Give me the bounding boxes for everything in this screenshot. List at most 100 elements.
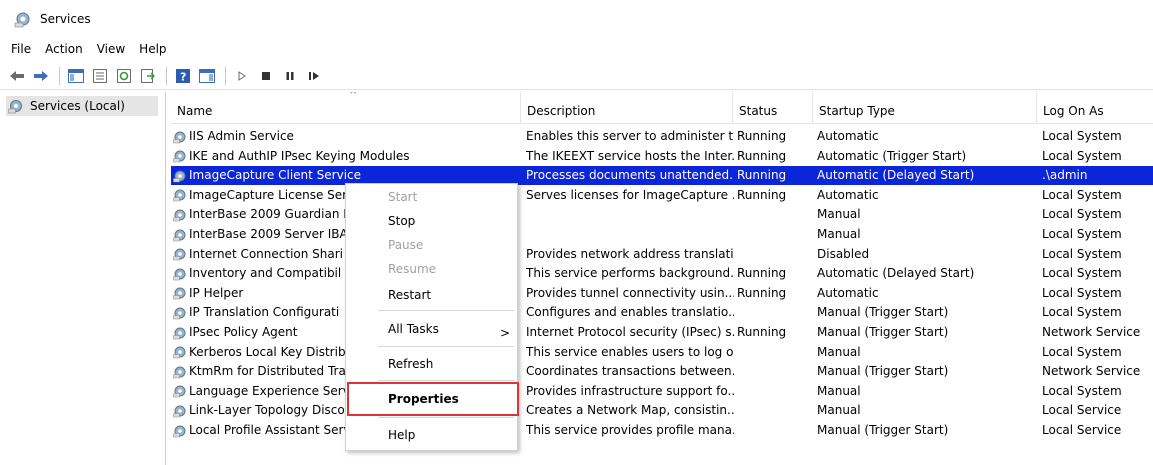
menu-item-all-tasks[interactable]: All Tasks xyxy=(388,320,439,338)
service-row[interactable]: ImageCapture License Ser Serves licenses … xyxy=(171,186,1153,205)
service-status: Running xyxy=(737,325,787,339)
service-startup-type: Manual xyxy=(817,383,861,398)
service-status: Running xyxy=(737,266,787,281)
column-header-description[interactable]: Description xyxy=(521,92,733,124)
service-row[interactable]: Internet Connection Shari Provides networ… xyxy=(171,245,1153,264)
service-log-on-as: Local System xyxy=(1042,344,1122,359)
service-row[interactable]: Local Profile Assistant Service This serv… xyxy=(171,421,1153,440)
tree-item-services-local[interactable]: Services (Local) xyxy=(6,96,158,116)
service-log-on-as: Network Service xyxy=(1042,364,1141,379)
service-status xyxy=(737,343,817,362)
forward-button[interactable] xyxy=(30,65,52,87)
menu-item-start[interactable]: Start xyxy=(388,188,417,206)
show-action-pane-button[interactable] xyxy=(196,65,218,87)
service-gear-icon xyxy=(173,287,186,300)
properties-highlight-box xyxy=(347,382,519,416)
service-startup-type: Manual xyxy=(817,207,861,222)
svg-text:?: ? xyxy=(180,70,186,83)
service-description: Provides infrastructure support fo... xyxy=(526,383,734,398)
menu-item-refresh[interactable]: Refresh xyxy=(388,355,433,373)
start-service-button[interactable] xyxy=(231,65,253,87)
service-row[interactable]: Inventory and Compatibil This service per… xyxy=(171,264,1153,283)
help-toolbar-button[interactable]: ? xyxy=(172,65,194,87)
menu-item-pause[interactable]: Pause xyxy=(388,236,423,254)
service-log-on-as: Local Service xyxy=(1042,423,1122,437)
service-description: This service performs background... xyxy=(526,266,734,281)
service-gear-icon xyxy=(173,268,186,280)
service-row[interactable]: ImageCapture Client Service Processes doc… xyxy=(171,166,1153,186)
column-header-name[interactable]: Name ^ xyxy=(171,92,521,124)
menu-item-refresh-label: Refresh xyxy=(388,357,434,371)
stop-service-button[interactable] xyxy=(255,65,277,87)
service-startup-type: Manual xyxy=(817,227,861,241)
menu-separator xyxy=(378,310,514,311)
menu-item-restart[interactable]: Restart xyxy=(388,286,431,304)
service-description: Coordinates transactions between... xyxy=(526,364,734,379)
service-startup-type: Automatic xyxy=(817,129,879,143)
service-status: Running xyxy=(737,148,787,163)
service-name: IIS Admin Service xyxy=(189,129,294,143)
service-row[interactable]: Language Experience Serv Provides infrast… xyxy=(171,382,1153,401)
show-hide-console-tree-button[interactable] xyxy=(65,65,87,87)
column-header-description-label: Description xyxy=(527,104,596,118)
service-gear-icon xyxy=(173,229,186,241)
menu-item-resume[interactable]: Resume xyxy=(388,260,436,278)
service-gear-icon xyxy=(173,425,186,437)
back-arrow-icon xyxy=(10,70,24,81)
service-row[interactable]: Kerberos Local Key Distrib This service e… xyxy=(171,343,1153,362)
service-startup-type: Disabled xyxy=(817,246,870,261)
pause-service-button[interactable] xyxy=(279,65,301,87)
service-gear-icon xyxy=(173,209,186,222)
submenu-arrow-icon: > xyxy=(500,326,511,340)
restart-service-button[interactable] xyxy=(303,65,325,87)
service-name: Link-Layer Topology Disco xyxy=(189,403,345,418)
service-gear-icon xyxy=(173,327,186,339)
service-row[interactable]: IP Translation Configurati Configures and… xyxy=(171,303,1153,322)
menu-item-help-label: Help xyxy=(388,428,416,442)
refresh-toolbar-button[interactable] xyxy=(113,65,135,87)
service-name: KtmRm for Distributed Tra xyxy=(189,364,346,379)
menu-item-restart-label: Restart xyxy=(388,288,432,302)
service-row[interactable]: IPsec Policy Agent Internet Protocol secu… xyxy=(171,323,1153,342)
service-row[interactable]: IKE and AuthIP IPsec Keying Modules The I… xyxy=(171,147,1153,166)
menu-help[interactable]: Help xyxy=(132,42,173,56)
service-name: InterBase 2009 Guardian IE xyxy=(189,207,355,222)
service-description: Serves licenses for ImageCapture ... xyxy=(526,187,734,202)
menu-view[interactable]: View xyxy=(90,42,132,56)
service-gear-icon xyxy=(173,307,186,320)
export-list-button[interactable] xyxy=(137,65,159,87)
service-name: IPsec Policy Agent xyxy=(189,325,298,339)
menu-item-stop-label: Stop xyxy=(388,214,416,228)
action-pane-icon xyxy=(199,68,215,83)
column-header-row: Name ^ Description Status Startup Type L… xyxy=(171,92,1153,124)
menu-item-help[interactable]: Help xyxy=(388,426,415,444)
services-list[interactable]: Name ^ Description Status Startup Type L… xyxy=(171,92,1153,465)
back-button[interactable] xyxy=(6,65,28,87)
service-row[interactable]: Link-Layer Topology Disco Creates a Netwo… xyxy=(171,401,1153,420)
service-gear-icon xyxy=(173,170,186,182)
properties-toolbar-button[interactable] xyxy=(89,65,111,87)
service-status xyxy=(737,421,817,440)
service-log-on-as: Local Service xyxy=(1042,403,1122,418)
service-row[interactable]: InterBase 2009 Server IBAE Manual Local Sy… xyxy=(171,225,1153,244)
title-bar: Services xyxy=(0,0,1153,38)
column-header-startup-type[interactable]: Startup Type xyxy=(813,92,1037,124)
column-header-log-on-as[interactable]: Log On As xyxy=(1037,92,1153,124)
service-status xyxy=(737,225,817,244)
service-status xyxy=(737,401,817,420)
service-name: Inventory and Compatibil xyxy=(189,266,342,281)
service-log-on-as: Local System xyxy=(1042,285,1122,300)
service-row[interactable]: IP Helper Provides tunnel connectivity us… xyxy=(171,284,1153,303)
menu-file[interactable]: File xyxy=(4,42,38,56)
service-startup-type: Automatic (Delayed Start) xyxy=(817,266,975,281)
service-gear-icon xyxy=(173,385,186,398)
toolbar-separator xyxy=(59,66,60,85)
service-row[interactable]: KtmRm for Distributed Tra Coordinates tra… xyxy=(171,362,1153,381)
menu-separator xyxy=(378,417,514,418)
service-row[interactable]: IIS Admin Service Enables this server to … xyxy=(171,127,1153,146)
service-row[interactable]: InterBase 2009 Guardian IE Manual Local Sy… xyxy=(171,205,1153,224)
menu-action[interactable]: Action xyxy=(38,42,90,56)
menu-item-stop[interactable]: Stop xyxy=(388,212,415,230)
service-name: InterBase 2009 Server IBAE xyxy=(189,227,356,241)
column-header-status[interactable]: Status xyxy=(733,92,813,124)
